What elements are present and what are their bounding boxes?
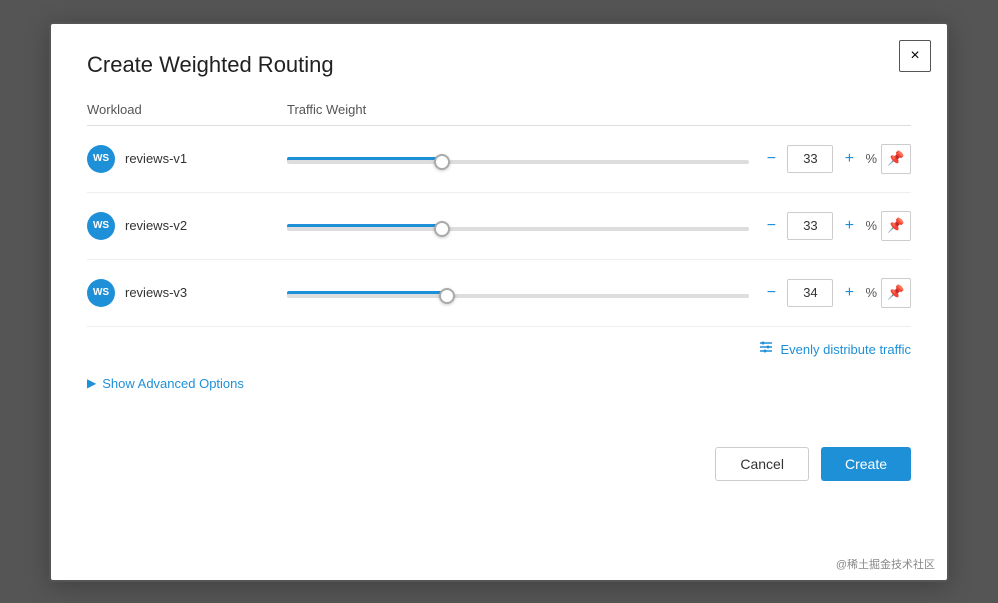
modal-title: Create Weighted Routing: [87, 52, 911, 78]
ws-badge-v3: WS: [87, 279, 115, 307]
watermark: @稀土掘金技术社区: [836, 556, 935, 572]
increment-v1[interactable]: +: [837, 147, 861, 171]
modal-container: Create Weighted Routing × Workload Traff…: [49, 22, 949, 582]
advanced-options-link[interactable]: Show Advanced Options: [102, 376, 244, 391]
increment-v3[interactable]: +: [837, 281, 861, 305]
slider-section-v2: − + % 📌: [287, 211, 911, 241]
pin-button-v3[interactable]: 📌: [881, 278, 911, 308]
workload-row: WS reviews-v3 − + % 📌: [87, 260, 911, 327]
table-header: Workload Traffic Weight: [87, 102, 911, 126]
decrement-v3[interactable]: −: [759, 281, 783, 305]
decrement-v2[interactable]: −: [759, 214, 783, 238]
distribute-row: Evenly distribute traffic: [87, 327, 911, 368]
distribute-label: Evenly distribute traffic: [780, 342, 911, 357]
workload-name-v2: reviews-v2: [125, 218, 187, 233]
weight-input-v3[interactable]: [787, 279, 833, 307]
workload-info-v2: WS reviews-v2: [87, 212, 287, 240]
distribute-button[interactable]: Evenly distribute traffic: [758, 339, 911, 360]
slider-wrapper-v1: [287, 151, 749, 167]
weight-input-v1[interactable]: [787, 145, 833, 173]
weight-input-v2[interactable]: [787, 212, 833, 240]
slider-wrapper-v3: [287, 285, 749, 301]
slider-section-v3: − + % 📌: [287, 278, 911, 308]
pct-label-v3: %: [865, 285, 877, 300]
weight-controls-v1: − + % 📌: [759, 144, 911, 174]
ws-badge-v1: WS: [87, 145, 115, 173]
slider-section-v1: − + % 📌: [287, 144, 911, 174]
decrement-v1[interactable]: −: [759, 147, 783, 171]
workload-info-v1: WS reviews-v1: [87, 145, 287, 173]
col-traffic-header: Traffic Weight: [287, 102, 911, 117]
workload-row: WS reviews-v2 − + % 📌: [87, 193, 911, 260]
workload-name-v3: reviews-v3: [125, 285, 187, 300]
pct-label-v2: %: [865, 218, 877, 233]
cancel-button[interactable]: Cancel: [715, 447, 809, 481]
pct-label-v1: %: [865, 151, 877, 166]
close-button[interactable]: ×: [899, 40, 931, 72]
distribute-icon: [758, 339, 774, 360]
workload-info-v3: WS reviews-v3: [87, 279, 287, 307]
create-button[interactable]: Create: [821, 447, 911, 481]
slider-wrapper-v2: [287, 218, 749, 234]
slider-v2[interactable]: [287, 227, 749, 231]
ws-badge-v2: WS: [87, 212, 115, 240]
pin-button-v2[interactable]: 📌: [881, 211, 911, 241]
weight-controls-v2: − + % 📌: [759, 211, 911, 241]
slider-v1[interactable]: [287, 160, 749, 164]
pin-button-v1[interactable]: 📌: [881, 144, 911, 174]
slider-v3[interactable]: [287, 294, 749, 298]
footer-row: Cancel Create: [87, 431, 911, 481]
advanced-options-row[interactable]: ▶ Show Advanced Options: [87, 368, 911, 391]
workload-row: WS reviews-v1 − + % 📌: [87, 126, 911, 193]
workload-name-v1: reviews-v1: [125, 151, 187, 166]
weight-controls-v3: − + % 📌: [759, 278, 911, 308]
increment-v2[interactable]: +: [837, 214, 861, 238]
chevron-right-icon: ▶: [87, 376, 96, 390]
col-workload-header: Workload: [87, 102, 287, 117]
